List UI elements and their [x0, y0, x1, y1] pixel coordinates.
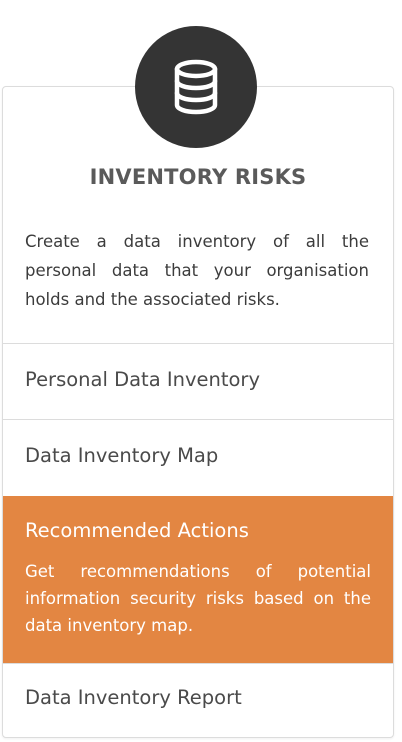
menu-item-personal-data-inventory[interactable]: Personal Data Inventory: [3, 343, 393, 419]
inventory-risks-card: INVENTORY RISKS Create a data inventory …: [2, 86, 394, 738]
menu-item-label: Personal Data Inventory: [25, 368, 260, 391]
menu-item-data-inventory-map[interactable]: Data Inventory Map: [3, 419, 393, 496]
menu-item-description: Get recommendations of potential informa…: [25, 562, 371, 635]
menu-item-label: Data Inventory Map: [25, 444, 219, 467]
menu-item-recommended-actions[interactable]: Recommended Actions Get recommendations …: [3, 496, 393, 663]
menu-item-label: Recommended Actions: [25, 519, 249, 542]
card-description: Create a data inventory of all the perso…: [25, 232, 369, 309]
menu-item-label: Data Inventory Report: [25, 686, 242, 709]
card-menu: Personal Data Inventory Data Inventory M…: [3, 343, 393, 737]
page: INVENTORY RISKS Create a data inventory …: [0, 0, 402, 742]
database-icon: [135, 26, 257, 148]
menu-item-data-inventory-report[interactable]: Data Inventory Report: [3, 663, 393, 737]
card-title: INVENTORY RISKS: [89, 165, 307, 189]
